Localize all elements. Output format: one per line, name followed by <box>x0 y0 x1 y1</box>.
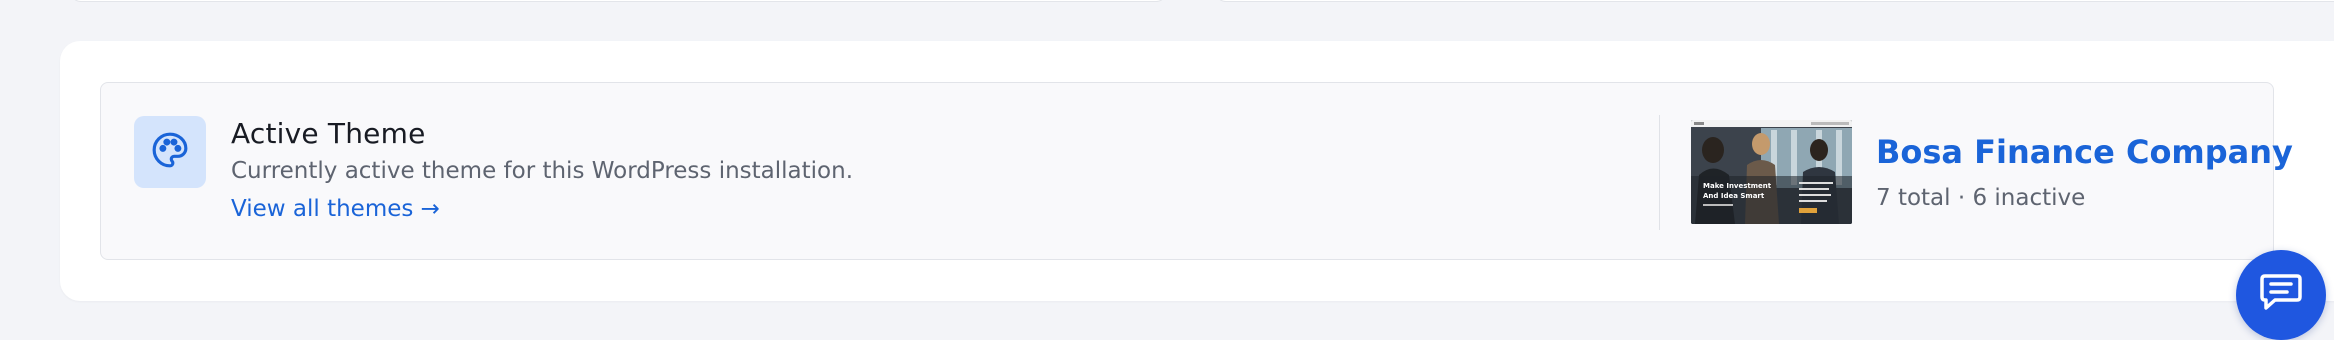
theme-thumbnail[interactable]: Make Investment And Idea Smart <box>1691 120 1852 224</box>
chat-button[interactable] <box>2236 250 2326 340</box>
thumbnail-headline-line2: And Idea Smart <box>1703 192 1765 200</box>
palette-icon <box>151 131 189 173</box>
previous-card-left <box>70 0 1167 2</box>
theme-count-summary: 7 total · 6 inactive <box>1876 185 2086 211</box>
thumbnail-headline-line1: Make Investment <box>1703 182 1772 190</box>
theme-icon-tile <box>134 116 206 188</box>
active-theme-title: Active Theme <box>231 117 426 150</box>
previous-card-right <box>1215 0 2334 2</box>
active-theme-panel: Active Theme Currently active theme for … <box>100 82 2293 260</box>
chat-bubble-icon <box>2259 250 2303 316</box>
active-theme-description: Currently active theme for this WordPres… <box>231 158 854 184</box>
view-all-themes-link[interactable]: View all themes → <box>231 196 440 222</box>
panel-divider <box>1659 115 1660 230</box>
active-theme-name[interactable]: Bosa Finance Company <box>1876 133 2293 171</box>
